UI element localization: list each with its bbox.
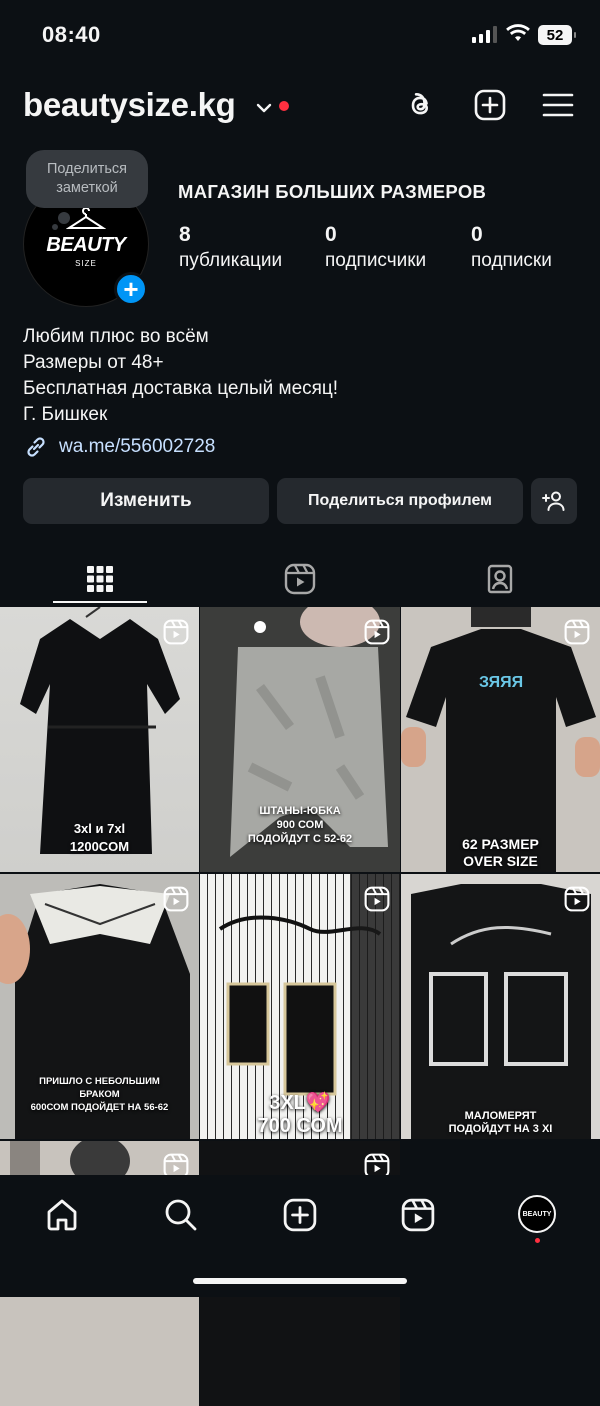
post-caption-line: 3XL💖 bbox=[269, 1092, 331, 1114]
add-person-icon bbox=[542, 491, 565, 511]
reel-indicator-icon bbox=[564, 886, 590, 912]
profile-notification-dot bbox=[535, 1238, 540, 1243]
post-caption-line: ПРИШЛО С НЕБОЛЬШИМ bbox=[39, 1076, 160, 1087]
post-caption-line: 1200COM bbox=[69, 839, 130, 854]
edit-profile-button[interactable]: Изменить bbox=[23, 478, 269, 524]
post-caption-line: 600СОМ ПОДОЙДЕТ НА 56-62 bbox=[30, 1102, 169, 1113]
post-thumbnail[interactable]: МАЛОМЕРЯТ ПОДОЙДУТ НА 3 XI bbox=[401, 874, 600, 1139]
home-indicator[interactable] bbox=[193, 1278, 407, 1284]
post-thumbnail[interactable]: 3xl и 7xl 1200COM bbox=[0, 607, 199, 872]
cellular-signal-icon bbox=[472, 26, 497, 43]
bio-line: Г. Бишкек bbox=[23, 404, 108, 425]
note-bubble-tail bbox=[58, 212, 70, 224]
battery-indicator: 52 bbox=[538, 25, 576, 45]
followers-count-label: подписчики bbox=[325, 250, 427, 271]
menu-icon[interactable] bbox=[541, 88, 575, 122]
account-switcher[interactable]: beautysize.kg bbox=[23, 86, 236, 124]
reels-icon[interactable] bbox=[398, 1195, 438, 1235]
wifi-icon bbox=[506, 24, 530, 47]
reel-indicator-icon bbox=[364, 886, 390, 912]
svg-text:ЗЯЯЯ: ЗЯЯЯ bbox=[479, 674, 523, 691]
following-count[interactable]: 0 подписки bbox=[471, 223, 552, 272]
share-note-bubble[interactable]: Поделиться заметкой bbox=[26, 150, 148, 208]
reel-indicator-icon bbox=[564, 619, 590, 645]
active-tab-indicator bbox=[53, 601, 147, 603]
posts-count-label: публикации bbox=[179, 250, 283, 271]
discover-people-button[interactable] bbox=[531, 478, 577, 524]
chevron-down-icon[interactable] bbox=[256, 100, 272, 118]
tab-posts-grid[interactable] bbox=[0, 554, 200, 604]
posts-count[interactable]: 8 публикации bbox=[179, 223, 282, 272]
post-caption-line: 700 СОМ bbox=[257, 1115, 343, 1137]
bio-line: Бесплатная доставка целый месяц! bbox=[23, 378, 339, 399]
tab-tagged[interactable] bbox=[400, 554, 600, 604]
tagged-icon bbox=[487, 564, 513, 594]
profile-bio: Любим плюс во всём Размеры от 48+ Беспла… bbox=[23, 324, 338, 428]
post-caption-line: ПОДОЙДУТ С 52-62 bbox=[247, 833, 353, 845]
tab-reels[interactable] bbox=[200, 554, 400, 604]
post-caption-line: 900 СОМ bbox=[276, 819, 324, 831]
post-caption-line: ШТАНЫ-ЮБКА bbox=[259, 805, 341, 817]
bio-line: Размеры от 48+ bbox=[23, 352, 164, 373]
grid-icon bbox=[87, 566, 113, 592]
add-story-button[interactable]: + bbox=[114, 272, 148, 306]
note-bubble-tail-small bbox=[52, 224, 58, 230]
profile-full-name: МАГАЗИН БОЛЬШИХ РАЗМЕРОВ bbox=[178, 181, 487, 202]
search-icon[interactable] bbox=[161, 1195, 201, 1235]
new-post-icon[interactable] bbox=[473, 88, 507, 122]
posts-count-value: 8 bbox=[179, 223, 191, 246]
reel-indicator-icon bbox=[364, 619, 390, 645]
reel-indicator-icon bbox=[163, 886, 189, 912]
post-thumbnail[interactable]: ШТАНЫ-ЮБКА 900 СОМ ПОДОЙДУТ С 52-62 bbox=[200, 607, 400, 872]
nav-avatar-brand: BEAUTY bbox=[522, 1210, 552, 1218]
notification-dot bbox=[279, 101, 289, 111]
post-thumbnail[interactable]: 3XL💖 700 СОМ bbox=[200, 874, 400, 1139]
post-caption-line: OVER SIZE bbox=[463, 853, 538, 869]
bio-line: Любим плюс во всём bbox=[23, 326, 209, 347]
following-count-value: 0 bbox=[471, 223, 483, 246]
following-count-label: подписки bbox=[471, 250, 552, 271]
followers-count[interactable]: 0 подписчики bbox=[325, 223, 426, 272]
link-icon bbox=[27, 437, 45, 457]
home-icon[interactable] bbox=[42, 1195, 82, 1235]
avatar-brand-subtext: SIZE bbox=[75, 259, 97, 268]
reels-tab-icon bbox=[284, 563, 316, 595]
create-icon[interactable] bbox=[280, 1195, 320, 1235]
post-thumbnail[interactable]: ПРИШЛО С НЕБОЛЬШИМ БРАКОМ 600СОМ ПОДОЙДЕ… bbox=[0, 874, 199, 1139]
post-caption-line: ПОДОЙДУТ НА 3 XI bbox=[448, 1123, 553, 1135]
post-caption-line: 62 РАЗМЕР bbox=[462, 836, 539, 852]
threads-icon[interactable] bbox=[403, 88, 437, 122]
status-time: 08:40 bbox=[42, 22, 101, 47]
post-caption-line: БРАКОМ bbox=[79, 1089, 120, 1100]
profile-link[interactable]: wa.me/556002728 bbox=[23, 434, 215, 460]
avatar-brand-text: BEAUTY bbox=[46, 234, 126, 256]
share-profile-button[interactable]: Поделиться профилем bbox=[277, 478, 523, 524]
profile-link-text[interactable]: wa.me/556002728 bbox=[59, 436, 215, 458]
followers-count-value: 0 bbox=[325, 223, 337, 246]
post-caption-line: МАЛОМЕРЯТ bbox=[464, 1110, 537, 1122]
profile-nav-avatar[interactable]: BEAUTY bbox=[518, 1195, 556, 1233]
post-caption-line: 3xl и 7xl bbox=[73, 821, 126, 836]
post-thumbnail[interactable]: ЗЯЯЯ 62 РАЗМЕР OVER SIZE bbox=[401, 607, 600, 872]
reel-indicator-icon bbox=[163, 619, 189, 645]
